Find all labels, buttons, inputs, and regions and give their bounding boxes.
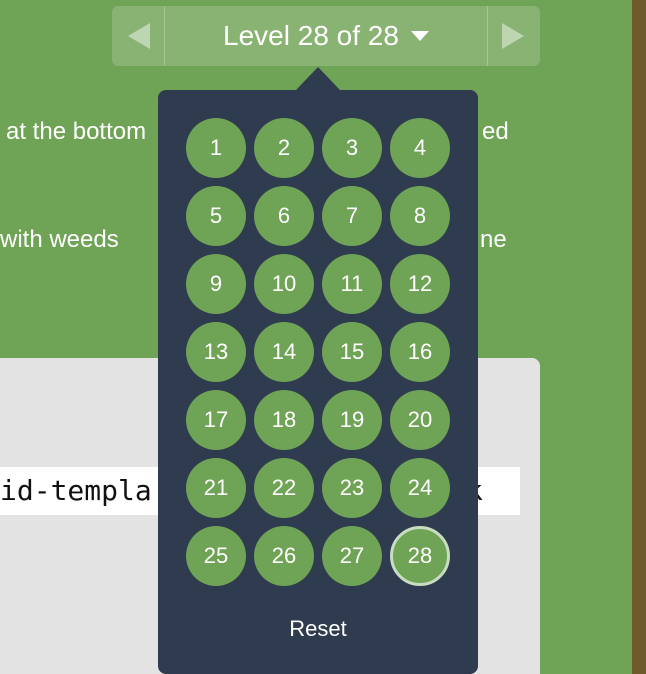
level-navigation: Level 28 of 28 — [112, 6, 540, 66]
level-selector-toggle[interactable]: Level 28 of 28 — [165, 6, 487, 66]
level-button[interactable]: 5 — [186, 186, 246, 246]
level-button[interactable]: 16 — [390, 322, 450, 382]
level-button[interactable]: 10 — [254, 254, 314, 314]
level-button[interactable]: 2 — [254, 118, 314, 178]
dropdown-pointer — [296, 67, 340, 90]
level-button[interactable]: 18 — [254, 390, 314, 450]
level-grid: 1 2 3 4 5 6 7 8 9 10 11 12 13 14 15 16 17 18 19 20 21 22 23 24 2… — [186, 118, 450, 586]
next-level-button[interactable] — [487, 6, 540, 66]
level-button[interactable]: 17 — [186, 390, 246, 450]
level-button[interactable]: 27 — [322, 526, 382, 586]
level-button[interactable]: 25 — [186, 526, 246, 586]
level-button[interactable]: 21 — [186, 458, 246, 518]
level-button[interactable]: 3 — [322, 118, 382, 178]
level-button[interactable]: 7 — [322, 186, 382, 246]
level-button[interactable]: 6 — [254, 186, 314, 246]
level-button[interactable]: 8 — [390, 186, 450, 246]
level-button[interactable]: 15 — [322, 322, 382, 382]
instructions-text-line-1-end: ed — [482, 118, 509, 145]
level-indicator: Level 28 of 28 — [223, 20, 399, 51]
level-button[interactable]: 4 — [390, 118, 450, 178]
instructions-text-line-2: with weeds — [0, 226, 119, 253]
level-button[interactable]: 13 — [186, 322, 246, 382]
level-button[interactable]: 11 — [322, 254, 382, 314]
level-button[interactable]: 1 — [186, 118, 246, 178]
level-button[interactable]: 22 — [254, 458, 314, 518]
level-button[interactable]: 14 — [254, 322, 314, 382]
level-dropdown: 1 2 3 4 5 6 7 8 9 10 11 12 13 14 15 16 17 18 19 20 21 22 23 24 2… — [158, 90, 478, 674]
level-button[interactable]: 24 — [390, 458, 450, 518]
code-text-left: id-templa — [0, 474, 152, 507]
level-button[interactable]: 9 — [186, 254, 246, 314]
triangle-right-icon — [502, 23, 524, 49]
triangle-left-icon — [128, 23, 150, 49]
level-button[interactable]: 26 — [254, 526, 314, 586]
level-button[interactable]: 20 — [390, 390, 450, 450]
level-button[interactable]: 19 — [322, 390, 382, 450]
right-edge-strip — [632, 0, 646, 674]
level-button[interactable]: 23 — [322, 458, 382, 518]
level-button[interactable]: 12 — [390, 254, 450, 314]
instructions-text-line-2-end: ne — [480, 226, 507, 253]
previous-level-button[interactable] — [112, 6, 165, 66]
caret-down-icon — [410, 31, 429, 41]
level-button[interactable]: 28 — [390, 526, 450, 586]
instructions-text-line-1: at the bottom — [6, 118, 147, 145]
reset-button[interactable]: Reset — [158, 616, 478, 642]
